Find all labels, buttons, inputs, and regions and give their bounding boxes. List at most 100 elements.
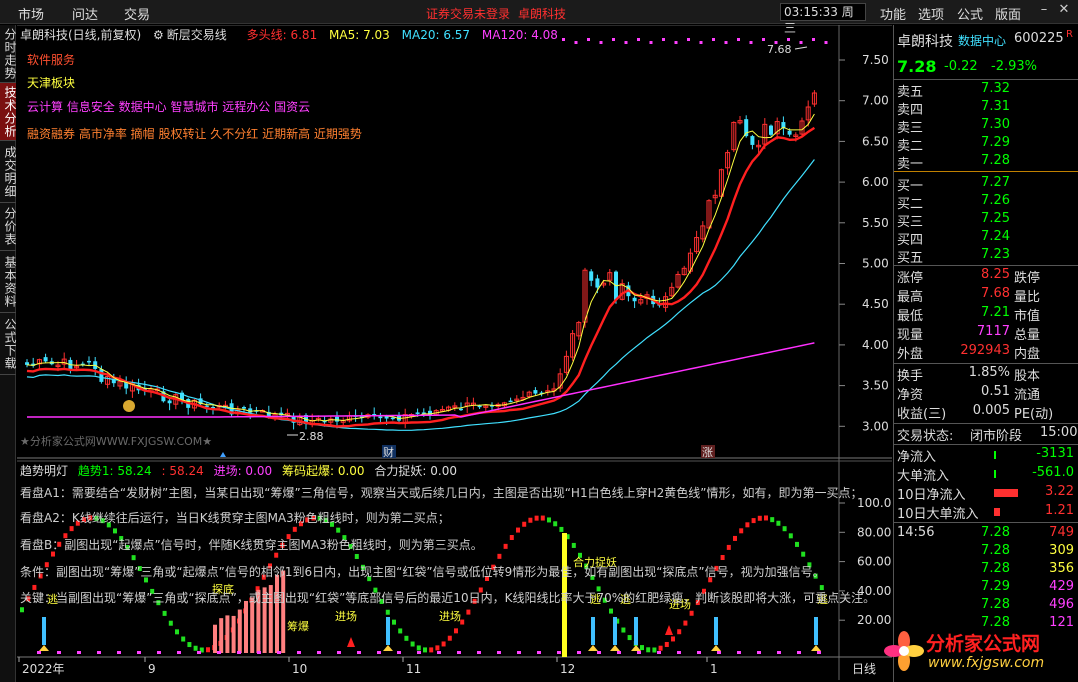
trend-block: [131, 555, 136, 561]
flow-value: -3131: [1036, 446, 1074, 461]
trend-block: [516, 527, 520, 533]
bottom-tick: [577, 651, 581, 654]
tick-price: 7.28: [981, 597, 1010, 612]
tab-price-table[interactable]: 分价表: [0, 203, 17, 251]
lamp-icon: [610, 645, 620, 651]
menu-layout[interactable]: 版面: [995, 4, 1021, 23]
stat2-label: 收益(三): [897, 407, 947, 422]
trend-block: [782, 526, 787, 532]
stat-label2: 市值: [1014, 309, 1041, 324]
chip-bar: [213, 624, 217, 653]
bid-price[interactable]: 7.26: [954, 193, 1010, 208]
bottom-tick: [677, 651, 681, 654]
trend-block: [621, 627, 626, 633]
bid-price[interactable]: 7.25: [954, 211, 1010, 226]
stat-label: 最低: [897, 309, 924, 324]
stock-tag: 数据中心: [958, 34, 1007, 48]
signal-dot: [662, 38, 665, 41]
flow-row: 大单流入 -561.0: [894, 465, 1078, 484]
bottom-tick: [657, 651, 661, 654]
trend-block: [540, 515, 545, 521]
note-a1: 看盘A1：需要结合“发财树”主图，当某日出现“筹爆”三角信号，观察当天或后续几日…: [20, 486, 863, 500]
tab-deals[interactable]: 成交明细: [0, 141, 17, 203]
candle-body: [378, 416, 383, 419]
menu-wenda[interactable]: 问达: [72, 4, 98, 23]
stock-name: 卓朗科技: [897, 34, 953, 50]
menu-formula[interactable]: 公式: [957, 4, 983, 23]
label-trend1: 趋势1: 58.24: [77, 464, 152, 478]
trend-block: [689, 610, 694, 616]
trend-block: [683, 620, 688, 626]
gear-icon[interactable]: ⚙: [153, 28, 164, 42]
candle-body: [242, 407, 246, 409]
trend-block: [193, 645, 198, 651]
candle-body: [533, 390, 538, 394]
menu-options[interactable]: 选项: [918, 4, 944, 23]
tab-profile[interactable]: 基本资料: [0, 251, 17, 313]
trend-block: [726, 544, 731, 550]
ask-price[interactable]: 7.28: [954, 153, 1010, 168]
ask-row: 卖三 7.30: [894, 117, 1078, 136]
escape-arrow-icon: [613, 617, 617, 645]
signal-dot: [687, 38, 690, 41]
bottom-tick: [557, 651, 561, 654]
chip-bar: [244, 600, 248, 653]
menu-market[interactable]: 市场: [18, 4, 44, 23]
escape-arrow-icon: [591, 617, 595, 645]
note-b: 看盘B：副图出现“起爆点”信号时，伴随K线贯穿主图MA3粉色粗线时，则为第三买点…: [20, 538, 483, 552]
left-tabs: 分时走势 技术分析 成交明细 分价表 基本资料 公式下载: [0, 25, 17, 682]
site-logo: 分析家公式网 www.fxjgsw.com: [884, 625, 1078, 681]
price-change-pct: -2.93%: [991, 59, 1037, 74]
ask-price[interactable]: 7.32: [954, 81, 1010, 96]
trend-block: [528, 517, 533, 523]
entry-signal: 进场: [335, 609, 357, 623]
tab-technical[interactable]: 技术分析: [0, 83, 17, 141]
high-price-label: 7.68: [767, 43, 792, 56]
lamp-icon: [383, 645, 393, 651]
bottom-tick: [237, 651, 241, 654]
signal-dot: [649, 41, 653, 44]
indicator-name[interactable]: ⚙ 断层交易线: [153, 28, 235, 42]
signal-dot: [712, 38, 715, 41]
ask-row: 卖一 7.28: [894, 153, 1078, 172]
high-price-arrow: [794, 46, 808, 50]
tab-timeshare[interactable]: 分时走势: [0, 25, 17, 83]
bottom-tick: [137, 651, 141, 654]
stat2-row: 净资 0.51 流通: [894, 384, 1078, 403]
trend-block: [385, 609, 390, 615]
flow-bar: [994, 470, 996, 478]
note-condition: 条件：副图出现“筹爆”三角或“起爆点”信号的相邻1到6日内，出现主图“红袋”信号…: [20, 565, 825, 579]
chart-canvas[interactable]: 7.50 7.00 6.50 6.00 5.50 5.00 4.50 4.00 3.50 3.00…: [17, 25, 892, 680]
candle-body: [43, 357, 48, 362]
tab-formula-download[interactable]: 公式下载: [0, 313, 17, 375]
trend-block: [640, 645, 644, 651]
trend-block: [609, 608, 613, 614]
ask-price[interactable]: 7.31: [954, 99, 1010, 114]
trend-block: [447, 635, 452, 641]
tick-row: 7.28 496: [894, 597, 1078, 615]
x-axis-label: 1: [710, 662, 718, 676]
ask-price[interactable]: 7.30: [954, 117, 1010, 132]
flow-label: 大单流入: [897, 469, 950, 484]
escape-arrow-icon: [814, 617, 818, 645]
y-axis-label: 7.50: [862, 53, 889, 67]
login-warning[interactable]: 证券交易未登录: [426, 5, 510, 22]
bid-price[interactable]: 7.23: [954, 247, 1010, 262]
trend-block: [441, 641, 446, 647]
escape-arrow-icon: [42, 617, 46, 645]
sub-chart-title[interactable]: 趋势明灯: [20, 464, 68, 478]
menu-function[interactable]: 功能: [880, 4, 906, 23]
ask-price[interactable]: 7.29: [954, 135, 1010, 150]
candle-body: [632, 297, 637, 302]
tick-volume: 429: [1049, 579, 1074, 594]
candle-body: [787, 130, 792, 135]
bid-price[interactable]: 7.24: [954, 229, 1010, 244]
trend-block: [559, 526, 564, 532]
bid-price[interactable]: 7.27: [954, 175, 1010, 190]
menu-trade[interactable]: 交易: [124, 4, 150, 23]
stat2-label: 净资: [897, 388, 924, 403]
minimize-icon[interactable]: –: [1034, 2, 1054, 17]
ask-label: 卖一: [897, 157, 924, 172]
close-icon[interactable]: ✕: [1054, 2, 1074, 17]
signal-dot: [612, 38, 615, 41]
